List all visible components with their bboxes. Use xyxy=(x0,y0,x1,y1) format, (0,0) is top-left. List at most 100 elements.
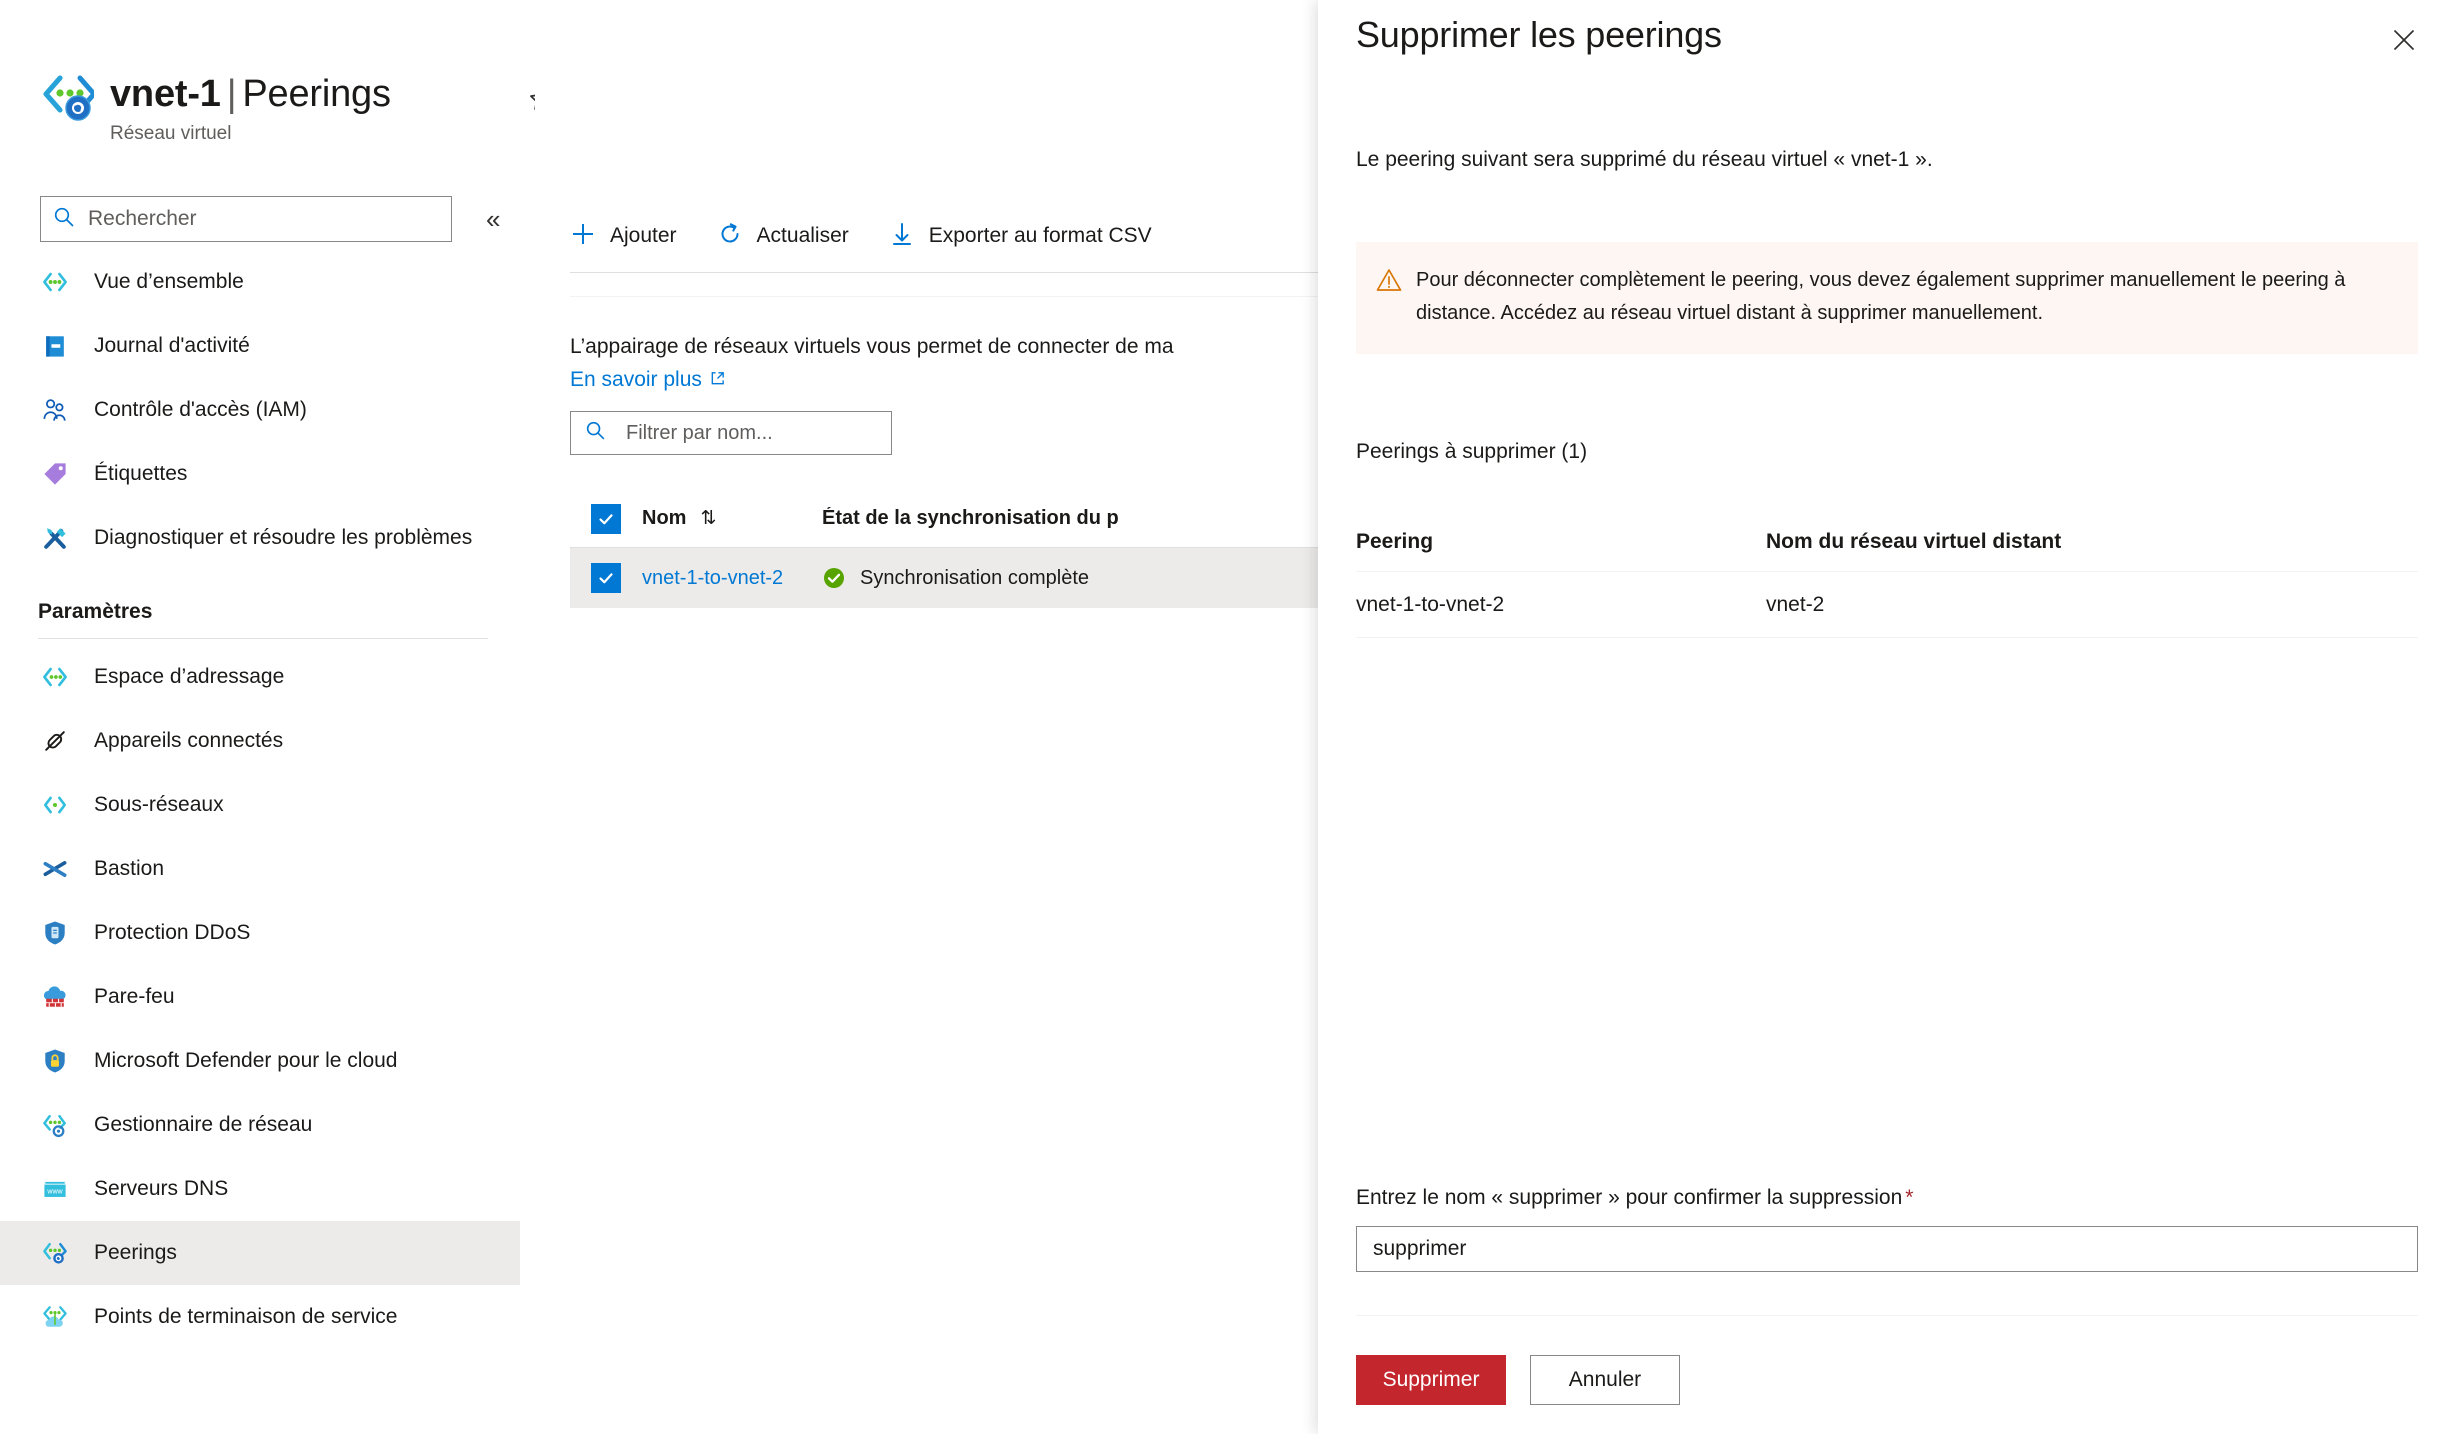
warning-icon xyxy=(1376,264,1410,330)
sidebar-item-label: Bastion xyxy=(94,854,164,884)
address-space-icon xyxy=(38,660,72,694)
external-link-icon xyxy=(709,364,726,397)
refresh-button[interactable]: Actualiser xyxy=(717,212,867,260)
filter-input[interactable]: Filtrer par nom... xyxy=(570,411,892,455)
column-header-label: Nom xyxy=(642,507,686,530)
sidebar-item-label: Espace d’adressage xyxy=(94,662,284,692)
activity-log-icon xyxy=(38,329,72,363)
sidebar-item-label: Diagnostiquer et résoudre les problèmes xyxy=(94,523,472,553)
sidebar-item-label: Points de terminaison de service xyxy=(94,1302,398,1332)
peerings-icon xyxy=(38,1236,72,1270)
bastion-icon xyxy=(38,852,72,886)
peerings-to-delete-table: Peering Nom du réseau virtuel distant vn… xyxy=(1356,512,2418,638)
nav-group-settings: Paramètres xyxy=(0,570,520,639)
table-row[interactable]: vnet-1-to-vnet-2 Synchronisation complèt… xyxy=(570,548,1360,608)
ddos-protection-icon xyxy=(38,916,72,950)
column-header-label: Nom du réseau virtuel distant xyxy=(1766,530,2061,553)
learn-more-link[interactable]: En savoir plus xyxy=(570,368,702,391)
sidebar-item-service-endpoints[interactable]: Points de terminaison de service xyxy=(0,1285,520,1349)
sidebar-item-subnets[interactable]: Sous-réseaux xyxy=(0,773,520,837)
column-header-label: Peering xyxy=(1356,530,1433,553)
peerings-table: Nom ⇅ État de la synchronisation du p vn… xyxy=(570,490,1360,608)
select-all-checkbox[interactable] xyxy=(591,504,621,534)
confirm-delete-input[interactable]: supprimer xyxy=(1356,1226,2418,1272)
sort-icon[interactable]: ⇅ xyxy=(700,507,716,530)
resource-nav-list: Vue d’ensemble Journal d'activité Contrô… xyxy=(0,250,520,1349)
row-sync-state-cell: Synchronisation complète xyxy=(822,566,1360,590)
nav-search-input[interactable]: Rechercher xyxy=(40,196,452,242)
sidebar-item-label: Appareils connectés xyxy=(94,726,283,756)
nav-search-row: Rechercher « xyxy=(40,196,500,242)
sidebar-item-overview[interactable]: Vue d’ensemble xyxy=(0,250,520,314)
subnets-icon xyxy=(38,788,72,822)
column-header-peering: Peering xyxy=(1356,530,1766,554)
service-endpoints-icon xyxy=(38,1300,72,1334)
column-header-name[interactable]: Nom ⇅ xyxy=(642,507,822,530)
resource-name: vnet-1 xyxy=(110,73,221,115)
description-text: L’appairage de réseaux virtuels vous per… xyxy=(570,335,1174,358)
sync-state-text: Synchronisation complète xyxy=(860,567,1089,590)
refresh-icon xyxy=(717,221,743,252)
nav-group-title: Paramètres xyxy=(38,600,520,624)
sidebar-item-tags[interactable]: Étiquettes xyxy=(0,442,520,506)
page-title: vnet-1|Peerings xyxy=(110,72,391,116)
warning-text: Pour déconnecter complètement le peering… xyxy=(1410,264,2398,330)
sidebar-item-network-manager[interactable]: Gestionnaire de réseau xyxy=(0,1093,520,1157)
refresh-label: Actualiser xyxy=(757,224,849,248)
sidebar-item-label: Protection DDoS xyxy=(94,918,250,948)
column-header-label: État de la synchronisation du p xyxy=(822,507,1119,530)
troubleshoot-icon xyxy=(38,521,72,555)
add-button[interactable]: Ajouter xyxy=(570,212,695,260)
peering-name-link[interactable]: vnet-1-to-vnet-2 xyxy=(642,567,783,590)
sidebar-item-ddos-protection[interactable]: Protection DDoS xyxy=(0,901,520,965)
sidebar-item-label: Peerings xyxy=(94,1238,177,1268)
panel-title: Supprimer les peerings xyxy=(1356,14,1722,56)
nav-group-divider xyxy=(38,638,488,639)
search-icon xyxy=(53,206,75,233)
panel-lead-text: Le peering suivant sera supprimé du rése… xyxy=(1356,148,1933,172)
close-icon[interactable] xyxy=(2382,18,2426,62)
delete-peerings-panel: Supprimer les peerings Le peering suivan… xyxy=(1318,0,2460,1434)
table-header-row: Peering Nom du réseau virtuel distant xyxy=(1356,512,2418,572)
row-select-cell xyxy=(570,563,642,593)
title-separator: | xyxy=(221,73,243,115)
panel-footer-divider xyxy=(1356,1315,2418,1316)
access-control-icon xyxy=(38,393,72,427)
sidebar-item-label: Contrôle d'accès (IAM) xyxy=(94,395,307,425)
peerings-content: Ajouter Actualiser Exporter au format CS… xyxy=(535,0,1318,1434)
sidebar-item-connected-devices[interactable]: Appareils connectés xyxy=(0,709,520,773)
virtual-network-icon xyxy=(40,68,94,124)
sidebar-item-access-control[interactable]: Contrôle d'accès (IAM) xyxy=(0,378,520,442)
remote-vnet-name: vnet-2 xyxy=(1766,593,1824,616)
sidebar-item-label: Étiquettes xyxy=(94,459,187,489)
column-header-sync-state[interactable]: État de la synchronisation du p xyxy=(822,507,1360,530)
sidebar-item-dns-servers[interactable]: www Serveurs DNS xyxy=(0,1157,520,1221)
search-icon xyxy=(585,420,606,446)
sidebar-item-label: Journal d'activité xyxy=(94,331,250,361)
add-label: Ajouter xyxy=(610,224,677,248)
table-row: vnet-1-to-vnet-2 vnet-2 xyxy=(1356,572,2418,638)
collapse-nav-button[interactable]: « xyxy=(486,206,500,232)
table-header-row: Nom ⇅ État de la synchronisation du p xyxy=(570,490,1360,548)
row-checkbox[interactable] xyxy=(591,563,621,593)
sidebar-item-peerings[interactable]: Peerings xyxy=(0,1221,520,1285)
plus-icon xyxy=(570,221,596,252)
required-asterisk: * xyxy=(1905,1186,1913,1209)
sidebar-item-troubleshoot[interactable]: Diagnostiquer et résoudre les problèmes xyxy=(0,506,520,570)
filter-placeholder: Filtrer par nom... xyxy=(626,422,773,445)
download-icon xyxy=(889,221,915,252)
sidebar-item-address-space[interactable]: Espace d’adressage xyxy=(0,645,520,709)
sidebar-item-label: Pare-feu xyxy=(94,982,175,1012)
sidebar-item-activity-log[interactable]: Journal d'activité xyxy=(0,314,520,378)
sidebar-item-bastion[interactable]: Bastion xyxy=(0,837,520,901)
column-header-remote-vnet: Nom du réseau virtuel distant xyxy=(1766,530,2418,554)
cancel-button[interactable]: Annuler xyxy=(1530,1355,1680,1405)
peerings-description: L’appairage de réseaux virtuels vous per… xyxy=(570,330,1350,397)
panel-actions: Supprimer Annuler xyxy=(1356,1355,1680,1405)
sidebar-item-firewall[interactable]: Pare-feu xyxy=(0,965,520,1029)
delete-button[interactable]: Supprimer xyxy=(1356,1355,1506,1405)
sidebar-item-defender-for-cloud[interactable]: Microsoft Defender pour le cloud xyxy=(0,1029,520,1093)
export-csv-button[interactable]: Exporter au format CSV xyxy=(889,212,1170,260)
row-peering-cell: vnet-1-to-vnet-2 xyxy=(1356,593,1766,617)
command-bar-divider xyxy=(570,272,1330,273)
